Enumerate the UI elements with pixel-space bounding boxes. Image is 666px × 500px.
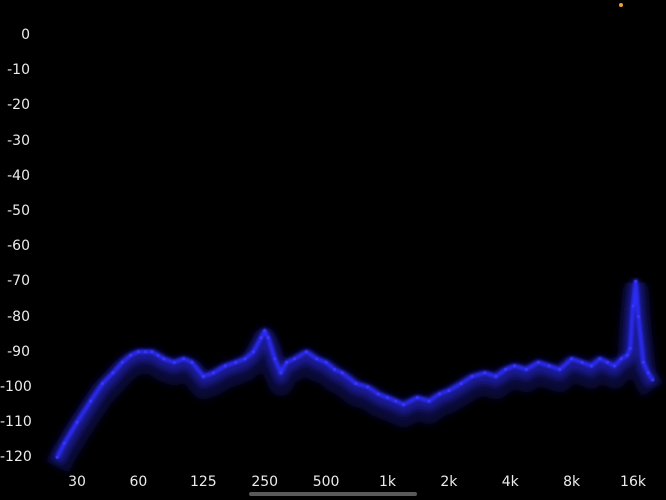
spectrum-point [628,346,632,350]
y-tick-label: -20 [7,97,30,114]
spectrum-point [263,329,267,333]
spectrum-point [279,371,283,375]
spectrum-point [136,350,140,354]
y-tick-label: -90 [7,343,30,360]
spectrum-point [631,304,635,308]
y-tick-label: -80 [7,308,30,325]
x-tick-label: 16k [620,474,646,490]
spectrum-point [190,360,194,364]
spectrum-point [570,357,574,361]
y-tick-label: 0 [21,27,30,43]
spectrum-point [636,315,641,319]
spectrum-point [619,357,623,361]
spectrum-point [589,364,594,368]
x-tick-label: 1k [378,474,396,490]
x-tick-label: 8k [563,474,581,490]
spectrum-point [547,364,551,368]
x-tick-label: 250 [251,474,279,490]
spectrum-point [182,357,186,361]
y-tick-label: -50 [7,203,30,219]
spectrum-analyzer-screen: 0 -10 -20 -30 -40 -50 -60 -70 -80 -90 -100 -110 -120… [0,0,666,500]
spectrum-point [385,396,390,400]
spectrum-point [340,371,344,375]
x-tick-label: 125 [189,474,217,490]
spectrum-point [651,378,655,382]
spectrum-point [524,367,529,371]
y-tick-label: -100 [0,379,32,395]
spectrum-point [641,360,646,364]
spectrum-point [394,399,398,403]
x-tick-label: 2k [440,474,458,490]
spectrum-point [120,360,124,364]
spectrum-point [243,357,247,361]
spectrum-point [504,367,508,371]
spectrum-point [402,403,406,407]
home-indicator-bar[interactable] [249,492,417,496]
spectrum-point [156,353,160,357]
spectrum-point [324,360,328,364]
spectrum-point [598,357,602,361]
spectrum-point [366,385,370,389]
spectrum-point [558,367,562,371]
spectrum-point [646,371,650,375]
spectrum-point [613,364,617,368]
x-tick-label: 60 [129,474,148,490]
spectrum-point [437,392,442,396]
spectrum-point [315,357,319,361]
spectrum-point [304,350,308,354]
spectrum-point [333,367,337,371]
spectrum-plot[interactable] [0,0,666,500]
spectrum-point [605,360,610,364]
spectrum-point [201,374,205,378]
x-tick-label: 30 [68,474,86,490]
spectrum-point [62,441,66,445]
spectrum-point [494,374,498,378]
spectrum-point [234,360,238,364]
y-tick-label: -60 [7,238,30,255]
spectrum-point [536,360,541,364]
spectrum-point [634,279,638,283]
spectrum-point [89,399,93,403]
y-tick-label: -110 [0,414,32,431]
spectrum-point [223,364,227,368]
spectrum-point [513,364,517,368]
spectrum-point [483,371,487,375]
spectrum-point [150,350,154,354]
spectrum-point [415,396,419,400]
spectrum-point [162,357,166,361]
spectrum-point [273,357,277,361]
spectrum-point [459,381,463,386]
spectrum-point [376,392,380,396]
spectrum-point [447,388,451,393]
spectrum-point [100,381,105,386]
spectrum-point [259,336,263,340]
x-tick-label: 4k [501,474,519,490]
y-tick-label: -120 [0,449,32,466]
spectrum-point [55,455,59,459]
spectrum-point [129,353,133,357]
spectrum-point [354,381,358,386]
y-tick-label: -70 [7,273,30,290]
y-tick-label: -40 [7,167,30,184]
spectrum-point [285,360,289,364]
spectrum-point [143,350,148,354]
y-tick-label: -10 [7,62,30,79]
spectrum-point [292,357,297,361]
spectrum-point [211,371,215,375]
spectrum-point [266,336,270,340]
spectrum-point [111,371,115,375]
spectrum-point [580,360,584,364]
spectrum-point [251,350,255,354]
spectrum-point [172,360,176,364]
spectrum-point [470,374,474,378]
spectrum-point [427,399,431,403]
status-indicator-dot [619,3,623,7]
y-tick-label: -30 [7,132,30,149]
x-tick-label: 500 [312,474,340,490]
spectrum-point [75,420,79,424]
spectrum-point [625,353,629,357]
